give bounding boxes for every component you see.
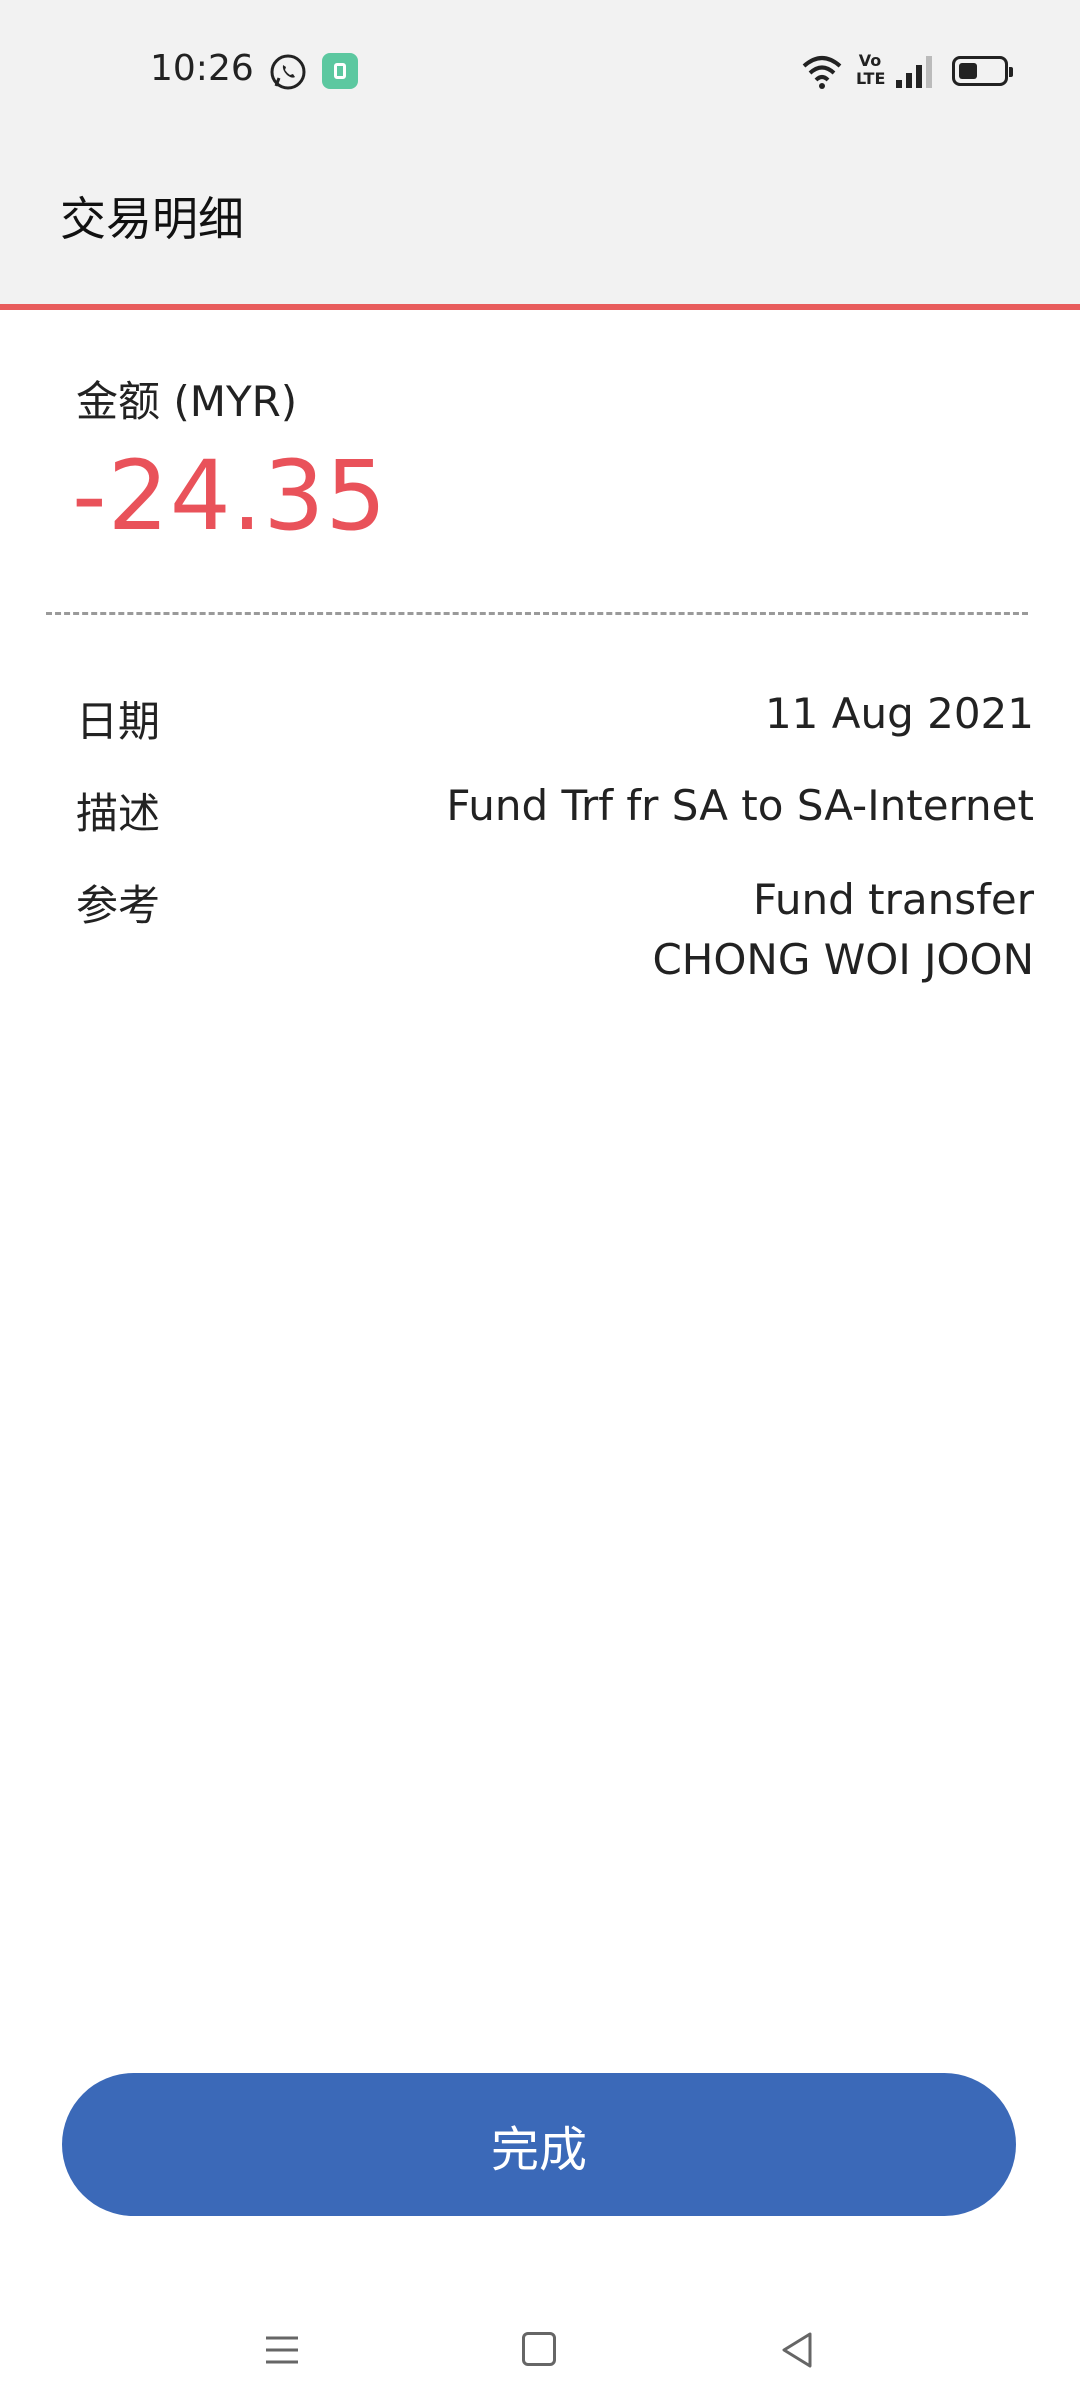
reference-label: 参考 xyxy=(76,881,161,930)
done-button[interactable]: 完成 xyxy=(62,2073,1016,2216)
date-label: 日期 xyxy=(76,697,161,746)
amount-label: 金额 (MYR) xyxy=(76,377,298,426)
volte-icon: Vo LTE xyxy=(856,51,886,88)
app-header: 10:26 Vo LTE 交易明细 xyxy=(0,0,1080,310)
wifi-icon xyxy=(802,56,842,89)
reference-value-line1: Fund transfer xyxy=(753,875,1034,924)
home-icon[interactable] xyxy=(522,2332,556,2366)
navigation-bar xyxy=(0,2280,1080,2400)
amount-value: -24.35 xyxy=(72,440,388,552)
page-title: 交易明细 xyxy=(60,192,244,246)
app-notification-icon xyxy=(322,53,358,89)
signal-icon xyxy=(896,56,932,88)
reference-value-line2: CHONG WOI JOON xyxy=(652,935,1034,984)
description-value: Fund Trf fr SA to SA-Internet xyxy=(446,781,1034,830)
description-label: 描述 xyxy=(76,789,161,838)
back-icon[interactable] xyxy=(778,2330,818,2370)
whatsapp-icon xyxy=(270,54,306,90)
menu-icon[interactable] xyxy=(262,2330,302,2370)
dashed-divider xyxy=(46,612,1028,615)
status-bar: 10:26 Vo LTE xyxy=(0,0,1080,140)
battery-icon xyxy=(952,56,1013,86)
date-value: 11 Aug 2021 xyxy=(764,689,1034,738)
status-time: 10:26 xyxy=(150,48,254,89)
